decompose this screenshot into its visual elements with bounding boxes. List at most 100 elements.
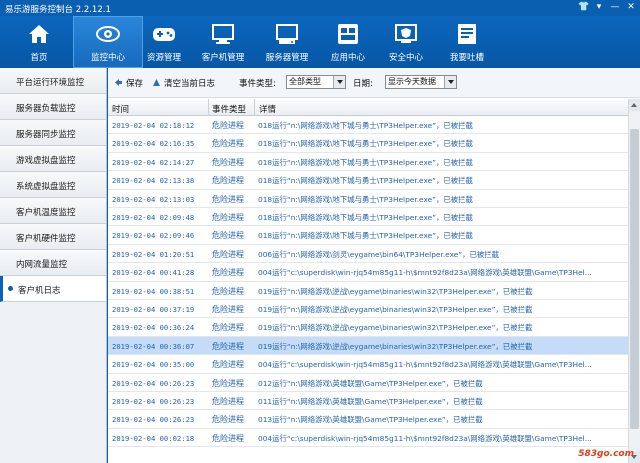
table-row[interactable]: 2019-02-04 02:13:03 危险进程 018运行“n:\网络游戏\地下城… [108, 190, 628, 208]
row-event-type: 危险进程 [212, 121, 244, 130]
table-row[interactable]: 2019-02-04 00:38:51 危险进程 019运行“n:\网络游戏\逆战\… [108, 282, 628, 300]
sidebar-item-label: 客户机日志 [18, 286, 61, 296]
event-type-select[interactable]: 全部类型 [286, 75, 346, 89]
row-event-type: 危险进程 [212, 286, 244, 296]
column-header-type[interactable]: 事件类型 [212, 103, 246, 115]
table-row[interactable]: 2019-02-04 02:09:46 危险进程 018运行“n:\网络游戏\地下城… [108, 226, 628, 245]
row-event-type: 危险进程 [212, 176, 244, 186]
date-value: 显示今天数据 [388, 77, 436, 86]
row-time: 2019-02-04 00:02:18 [112, 433, 195, 443]
row-time: 2019-02-04 00:41:28 [112, 268, 195, 278]
table-row[interactable]: 2019-02-04 00:41:28 危险进程 004运行“c:\superdis… [108, 263, 628, 282]
row-detail: 019运行“n:\网络游戏\逆战\eygame\binaries\win32\T… [258, 286, 533, 296]
row-detail: 018运行“n:\网络游戏\地下城与勇士\TP3Helper.exe”，已被拦截 [258, 176, 473, 186]
skin-icon[interactable]: 👕 [578, 2, 589, 13]
column-header-time[interactable]: 时间 [112, 103, 129, 115]
nav-server-manage[interactable]: 服务器管理 [252, 16, 322, 68]
table-row[interactable]: 2019-02-04 00:26:23 危险进程 012运行“n:\网络游戏\英雄联… [108, 374, 628, 392]
chevron-down-icon [333, 76, 345, 88]
table-row[interactable]: 2019-02-04 00:26:23 危险进程 013运行“n:\网络游戏\英雄联… [108, 410, 628, 429]
row-event-type: 危险进程 [212, 268, 244, 278]
table-row[interactable]: 2019-02-04 02:16:35 危险进程 018运行“n:\网络游戏\地下城… [108, 134, 628, 153]
row-time: 2019-02-04 02:09:46 [112, 231, 195, 241]
sidebar-item-platform-env[interactable]: 平台运行环境监控 [0, 68, 106, 94]
active-dot-icon [8, 286, 13, 291]
row-detail: 004运行“c:\superdisk\win-rjq54m85g11-h\$mn… [258, 268, 592, 278]
nav-security[interactable]: 安全中心 [371, 16, 441, 68]
date-select[interactable]: 显示今天数据 [385, 75, 457, 89]
table-row[interactable]: 2019-02-04 00:26:23 危险进程 011运行“n:\网络游戏\英雄联… [108, 392, 628, 411]
row-detail: 006运行“n:\网络游戏\剑灵\eygame\bin64\TP3Helper.… [258, 249, 500, 259]
table-row[interactable]: 2019-02-04 02:13:38 危险进程 018运行“n:\网络游戏\地下城… [108, 171, 628, 190]
table-row[interactable]: 2019-02-04 00:35:00 危险进程 004运行“c:\superdis… [108, 355, 628, 374]
sidebar-item-game-vdisk[interactable]: 游戏虚拟盘监控 [0, 146, 106, 172]
filter-toolbar: 保存 清空当前日志 事件类型: 全部类型 日期: 显示今天数据 [108, 68, 640, 98]
sidebar-item-label: 客户机硬件监控 [16, 234, 76, 244]
row-event-type: 危险进程 [212, 139, 244, 149]
table-header: 时间 事件类型 详情 [108, 99, 628, 116]
table-row[interactable]: 2019-02-04 00:02:18 危险进程 004运行“c:\superdis… [108, 429, 628, 448]
row-time: 2019-02-04 02:16:35 [112, 139, 195, 149]
row-detail: 018运行“n:\网络游戏\地下城与勇士\TP3Helper.exe”，已被拦截 [258, 194, 473, 204]
row-detail: 012运行“n:\网络游戏\英雄联盟\Game\TP3Helper.exe”，已… [258, 378, 483, 388]
row-time: 2019-02-04 00:36:07 [112, 341, 195, 351]
row-detail: 018运行“n:\网络游戏\地下城与勇士\TP3Helper.exe”，已被拦截 [258, 121, 473, 130]
save-button[interactable]: 保存 [114, 77, 143, 89]
row-detail: 013运行“n:\网络游戏\英雄联盟\Game\TP3Helper.exe”，已… [258, 415, 483, 425]
table-row[interactable]: 2019-02-04 00:36:07 危险进程 019运行“n:\网络游戏\逆战\… [108, 336, 628, 356]
nav-client-label: 客户机管理 [201, 53, 245, 63]
column-divider[interactable] [254, 99, 255, 116]
row-time: 2019-02-04 00:37:19 [112, 305, 195, 314]
event-type-value: 全部类型 [289, 77, 321, 86]
monitor-icon [212, 24, 234, 44]
sidebar-item-client-log[interactable]: 客户机日志 [0, 276, 106, 302]
clear-label: 清空当前日志 [164, 79, 216, 89]
table-row[interactable]: 2019-02-04 02:14:27 危险进程 018运行“n:\网络游戏\地下城… [108, 153, 628, 172]
home-icon [29, 25, 49, 43]
row-time: 2019-02-04 00:26:23 [112, 415, 195, 425]
sidebar-item-label: 服务器同步监控 [16, 130, 76, 140]
column-divider[interactable] [208, 99, 209, 116]
nav-client-manage[interactable]: 客户机管理 [188, 16, 258, 68]
row-event-type: 危险进程 [212, 194, 244, 204]
sidebar-item-client-temp[interactable]: 客户机温度监控 [0, 198, 106, 224]
nav-home[interactable]: 首页 [4, 16, 74, 68]
row-event-type: 危险进程 [212, 433, 244, 443]
table-row[interactable]: 2019-02-04 02:09:48 危险进程 018运行“n:\网络游戏\地下城… [108, 208, 628, 227]
scroll-up-icon[interactable] [629, 99, 640, 111]
table-row[interactable]: 2019-02-04 01:20:51 危险进程 006运行“n:\网络游戏\剑灵\… [108, 245, 628, 264]
row-event-type: 危险进程 [212, 323, 244, 333]
triangle-icon [153, 79, 160, 86]
row-time: 2019-02-04 02:09:48 [112, 213, 195, 222]
nav-feedback-label: 我要吐槽 [449, 53, 484, 63]
table-row[interactable]: 2019-02-04 00:36:24 危险进程 019运行“n:\网络游戏\逆战\… [108, 318, 628, 337]
server-icon [276, 24, 298, 44]
main-nav: 首页 监控中心 资源管理 客户机管理 服务器管理 应用中心 安全中心 我要吐槽 [0, 16, 640, 68]
sidebar-item-label: 客户机温度监控 [16, 208, 76, 218]
table-row[interactable]: 2019-02-04 02:18:12 危险进程 018运行“n:\网络游戏\地下城… [108, 116, 628, 135]
column-header-detail[interactable]: 详情 [259, 103, 276, 115]
row-event-type: 危险进程 [212, 341, 244, 351]
clear-log-button[interactable]: 清空当前日志 [152, 77, 215, 89]
nav-security-label: 安全中心 [388, 53, 423, 63]
scroll-thumb[interactable] [630, 129, 639, 429]
sidebar-item-server-sync[interactable]: 服务器同步监控 [0, 120, 106, 146]
sidebar-item-label: 服务器负载监控 [16, 104, 76, 114]
minimize-icon[interactable]: — [610, 2, 620, 13]
row-time: 2019-02-04 01:20:51 [112, 249, 195, 259]
shield-icon [395, 24, 417, 43]
close-icon[interactable]: ✕ [626, 2, 636, 13]
sidebar-item-system-vdisk[interactable]: 系统虚拟盘监控 [0, 172, 106, 198]
date-label: 日期: [353, 79, 373, 89]
sidebar-item-lan-traffic[interactable]: 内网流量监控 [0, 250, 106, 276]
row-time: 2019-02-04 00:26:23 [112, 378, 195, 388]
sidebar-item-server-load[interactable]: 服务器负载监控 [0, 94, 106, 120]
nav-server-label: 服务器管理 [265, 53, 309, 63]
table-row[interactable]: 2019-02-04 00:37:19 危险进程 019运行“n:\网络游戏\逆战\… [108, 300, 628, 319]
row-time: 2019-02-04 02:18:12 [112, 121, 195, 130]
vertical-scrollbar[interactable] [628, 99, 640, 463]
nav-feedback[interactable]: 我要吐槽 [432, 16, 502, 68]
row-detail: 019运行“n:\网络游戏\逆战\eygame\binaries\win32\T… [258, 305, 533, 314]
sidebar-item-client-hardware[interactable]: 客户机硬件监控 [0, 224, 106, 250]
menu-dropdown-icon[interactable]: ▾ [594, 2, 604, 13]
